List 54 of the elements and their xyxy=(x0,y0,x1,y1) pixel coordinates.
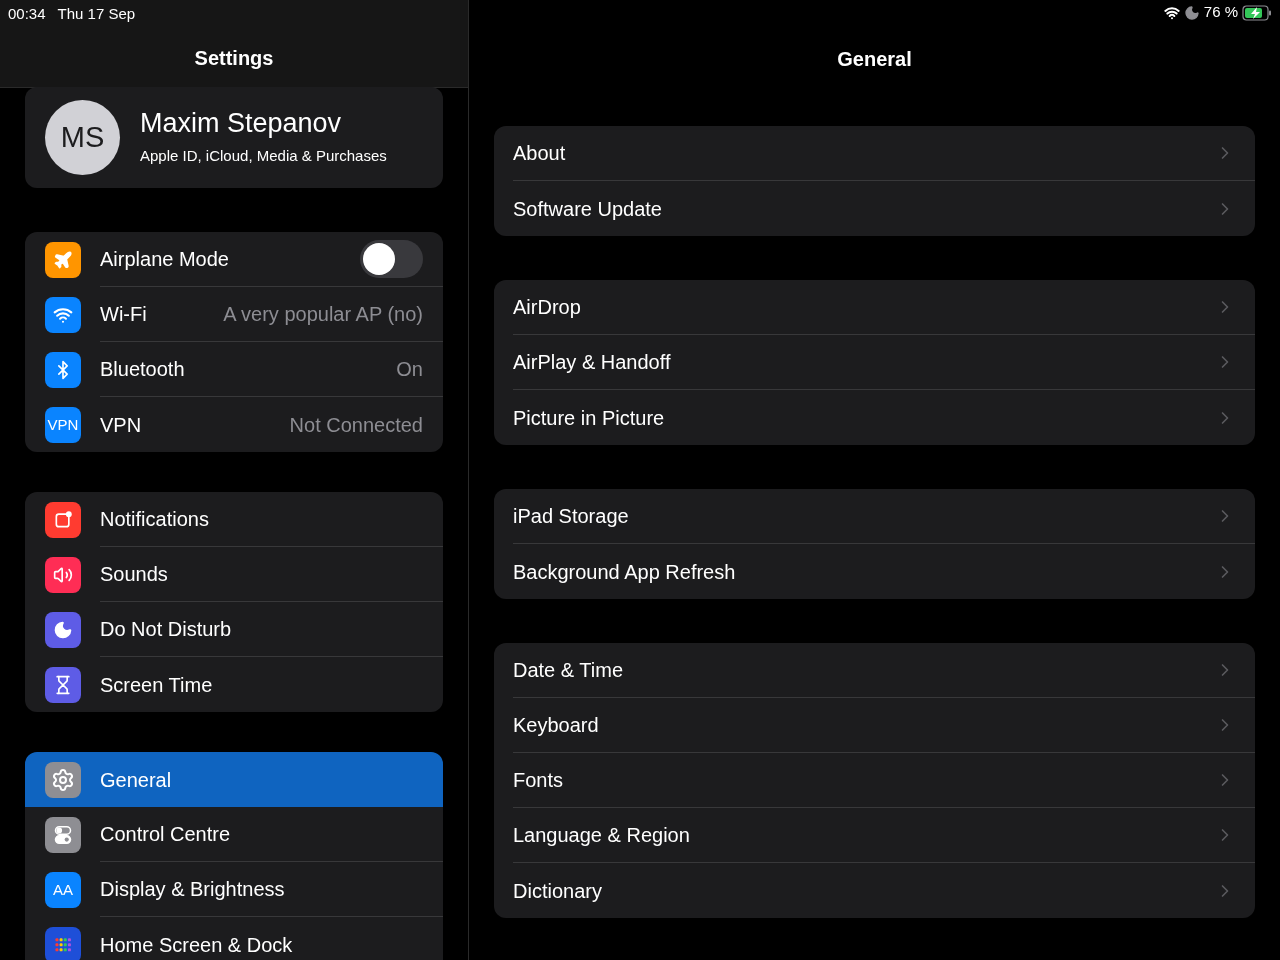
settings-row[interactable]: iPad Storage xyxy=(494,489,1255,544)
settings-row[interactable]: General xyxy=(25,752,443,807)
battery-charging-icon xyxy=(1242,4,1272,21)
status-date: Thu 17 Sep xyxy=(57,4,136,24)
avatar: MS xyxy=(45,100,120,175)
settings-row[interactable]: Wi-Fi A very popular AP (no) xyxy=(25,287,443,342)
settings-row[interactable]: Fonts xyxy=(494,753,1255,808)
row-label: Do Not Disturb xyxy=(100,617,233,642)
row-label: Bluetooth xyxy=(100,357,186,382)
settings-row[interactable]: Screen Time xyxy=(25,657,443,712)
row-label: Wi-Fi xyxy=(100,302,148,327)
row-label: Airplane Mode xyxy=(100,247,230,272)
settings-row[interactable]: Airplane Mode xyxy=(25,232,443,287)
moon-icon xyxy=(1183,4,1200,21)
settings-row[interactable]: Bluetooth On xyxy=(25,342,443,397)
settings-row[interactable]: Sounds xyxy=(25,547,443,602)
settings-row[interactable]: Keyboard xyxy=(494,698,1255,753)
settings-row[interactable]: Dictionary xyxy=(494,863,1255,918)
settings-row[interactable]: Control Centre xyxy=(25,807,443,862)
row-label: Control Centre xyxy=(100,822,232,847)
row-label: Screen Time xyxy=(100,672,214,698)
settings-row[interactable]: AA Display & Brightness xyxy=(25,862,443,917)
settings-row[interactable]: Notifications xyxy=(25,492,443,547)
settings-row[interactable]: About xyxy=(494,126,1255,181)
profile-subtitle: Apple ID, iCloud, Media & Purchases xyxy=(140,146,387,167)
profile-name: Maxim Stepanov xyxy=(140,107,343,141)
row-label: VPN xyxy=(100,412,143,438)
row-value: A very popular AP (no) xyxy=(223,302,423,327)
settings-row[interactable]: VPN VPN Not Connected xyxy=(25,397,443,452)
row-label: Display & Brightness xyxy=(100,877,286,902)
toggle-switch[interactable] xyxy=(360,240,423,278)
profile-card[interactable]: MS Maxim Stepanov Apple ID, iCloud, Media & Purchases xyxy=(25,87,443,188)
detail-title: General xyxy=(837,47,912,72)
row-label: Home Screen & Dock xyxy=(100,932,294,958)
settings-row[interactable]: Background App Refresh xyxy=(494,544,1255,599)
row-value: On xyxy=(396,357,423,382)
battery-percent: 76 % xyxy=(1203,2,1238,23)
row-value: Not Connected xyxy=(289,412,423,438)
row-label: Sounds xyxy=(100,562,169,587)
settings-row[interactable]: Date & Time xyxy=(494,643,1255,698)
settings-row[interactable]: AirDrop xyxy=(494,280,1255,335)
sidebar-title: Settings xyxy=(194,45,274,71)
row-label: Notifications xyxy=(100,507,210,532)
settings-row[interactable]: Home Screen & Dock xyxy=(25,917,443,960)
settings-row[interactable]: Software Update xyxy=(494,181,1255,236)
settings-row[interactable]: AirPlay & Handoff xyxy=(494,335,1255,390)
text-size-icon: AA xyxy=(45,871,81,908)
status-time: 00:34 xyxy=(8,4,46,24)
settings-row[interactable]: Do Not Disturb xyxy=(25,602,443,657)
row-label: General xyxy=(100,767,173,793)
wifi-icon xyxy=(1163,4,1180,21)
settings-row[interactable]: Picture in Picture xyxy=(494,390,1255,445)
settings-row[interactable]: Language & Region xyxy=(494,808,1255,863)
vpn-icon: VPN xyxy=(45,406,81,443)
